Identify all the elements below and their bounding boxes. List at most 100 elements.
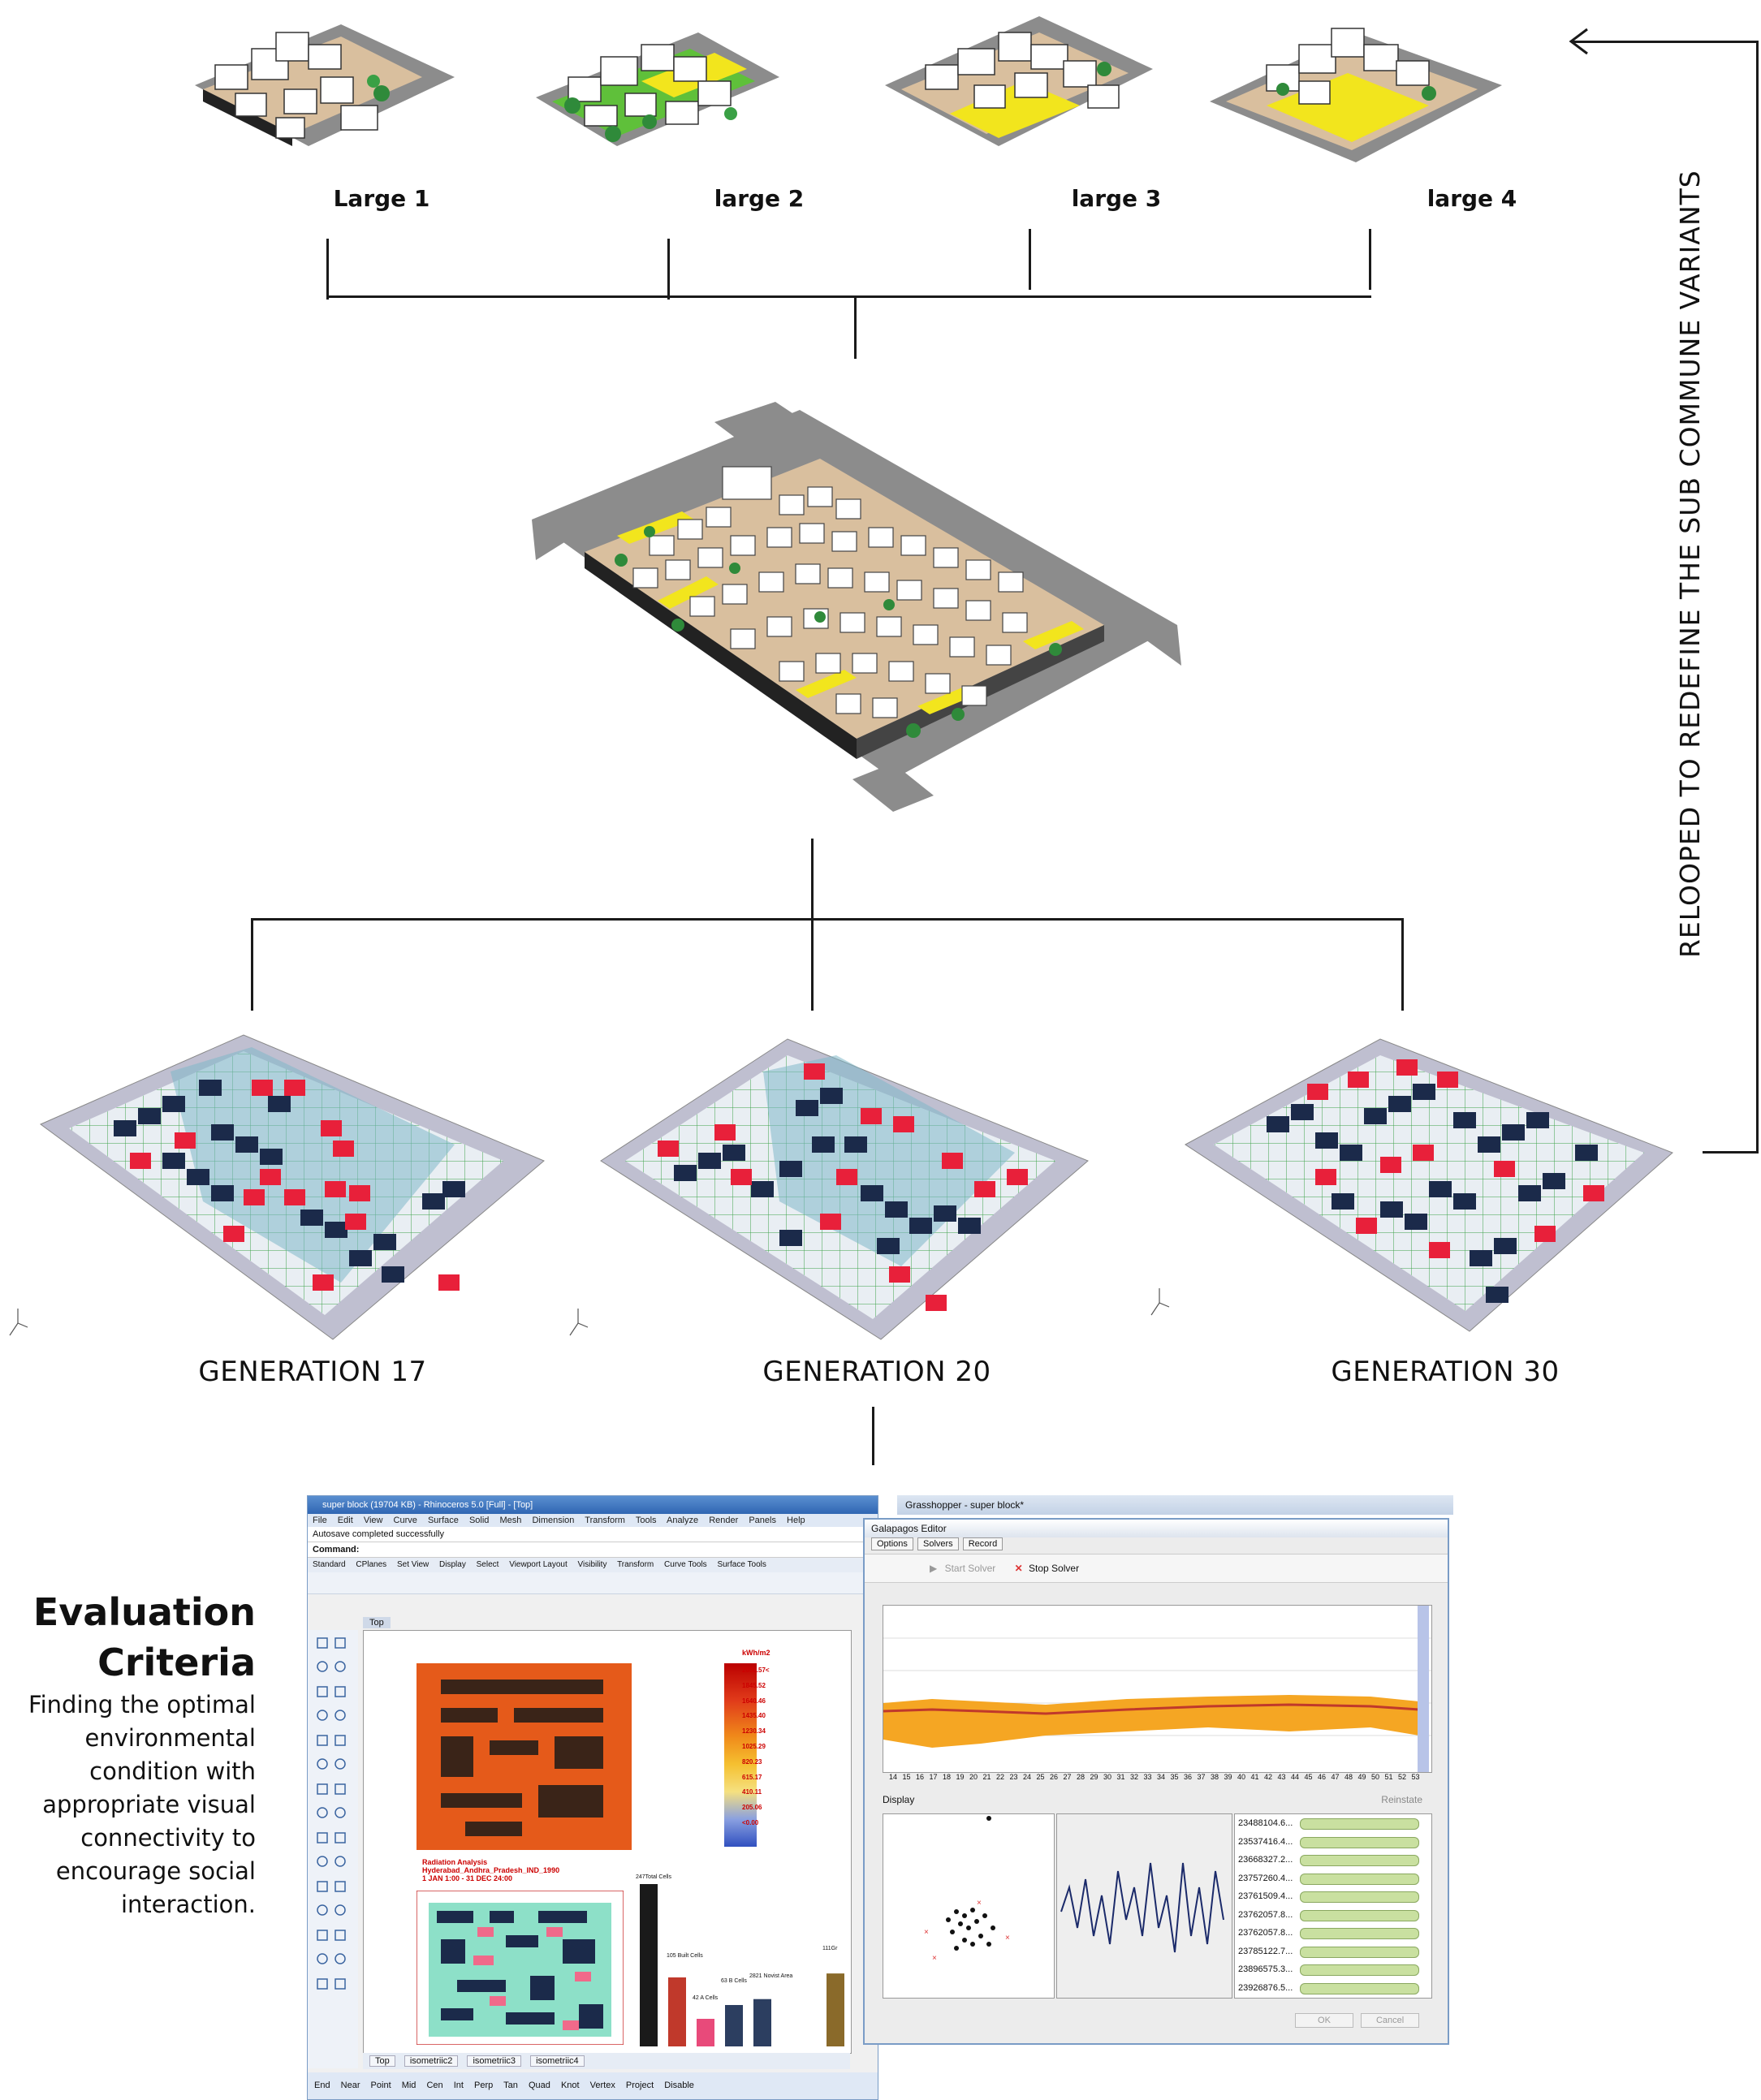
variant-label-4: large 4: [1426, 185, 1517, 212]
osnap-perp[interactable]: Perp: [474, 2081, 493, 2090]
tab-solvers[interactable]: Solvers: [917, 1537, 959, 1550]
visibility-grid: [417, 1891, 624, 2045]
toolbar-tab-display[interactable]: Display: [439, 1560, 466, 1569]
caption-line: 1 JAN 1:00 - 31 DEC 24:00: [422, 1874, 513, 1882]
fitness-row[interactable]: 23537416.4...: [1235, 1833, 1431, 1852]
rhino-toolbar-tabs: Standard CPlanes Set View Display Select…: [308, 1558, 878, 1572]
axis-tick: 21: [982, 1773, 991, 1781]
osnap-disable[interactable]: Disable: [664, 2081, 694, 2090]
osnap-vertex[interactable]: Vertex: [590, 2081, 615, 2090]
vp-tab-iso3[interactable]: isometriic3: [467, 2055, 522, 2067]
connector-v2: [667, 239, 670, 300]
connector-gen30: [1401, 918, 1404, 1011]
fitness-row[interactable]: 23668327.2...: [1235, 1851, 1431, 1869]
evaluation-title-line1: Evaluation: [32, 1590, 256, 1634]
axis-tick: 33: [1143, 1773, 1152, 1781]
menu-edit[interactable]: Edit: [338, 1516, 353, 1525]
axis-tick: 15: [902, 1773, 911, 1781]
axis-tick: 47: [1331, 1773, 1340, 1781]
menu-render[interactable]: Render: [709, 1516, 738, 1525]
menu-tools[interactable]: Tools: [636, 1516, 657, 1525]
galapagos-tabs: Options Solvers Record: [865, 1537, 1448, 1554]
rhino-status-line: Autosave completed successfully: [308, 1527, 878, 1542]
connector-top-h: [326, 295, 1371, 298]
rhino-viewport-tabs: Top isometriic2 isometriic3 isometriic4: [363, 2053, 850, 2069]
variant-label-1: Large 1: [333, 185, 430, 212]
fitness-row[interactable]: 23762057.8...: [1235, 1924, 1431, 1943]
toolbar-tab-transform[interactable]: Transform: [617, 1560, 654, 1569]
rhino-viewport[interactable]: kWh/m2 2050.57< 1845.52 1640.46 1435.40 …: [363, 1630, 852, 2054]
fitness-row[interactable]: 23926876.5...: [1235, 1979, 1431, 1998]
axis-gizmos: [9, 1288, 1170, 1336]
menu-file[interactable]: File: [313, 1516, 327, 1525]
tab-options[interactable]: Options: [871, 1537, 913, 1550]
toolbar-tab-surface-tools[interactable]: Surface Tools: [717, 1560, 766, 1569]
toolbar-tab-setview[interactable]: Set View: [397, 1560, 429, 1569]
toolbar-tab-select[interactable]: Select: [477, 1560, 499, 1569]
osnap-tan[interactable]: Tan: [503, 2081, 518, 2090]
rhino-command-line[interactable]: Command:: [308, 1542, 878, 1558]
menu-surface[interactable]: Surface: [428, 1516, 459, 1525]
axis-tick: 32: [1130, 1773, 1139, 1781]
toolbar-tab-visibility[interactable]: Visibility: [578, 1560, 607, 1569]
osnap-project[interactable]: Project: [626, 2081, 654, 2090]
menu-curve[interactable]: Curve: [394, 1516, 417, 1525]
fitness-row[interactable]: 23761509.4...: [1235, 1887, 1431, 1906]
fitness-row[interactable]: 23488104.6...: [1235, 1814, 1431, 1833]
connector-gen17: [251, 918, 253, 1011]
osnap-int[interactable]: Int: [454, 2081, 464, 2090]
menu-solid[interactable]: Solid: [469, 1516, 489, 1525]
axis-tick: 38: [1211, 1773, 1219, 1781]
osnap-quad[interactable]: Quad: [529, 2081, 550, 2090]
fitness-row[interactable]: 23785122.7...: [1235, 1943, 1431, 1961]
bar-label: 42 A Cells: [693, 1995, 719, 2001]
bar-labels: 247Total Cells 105 Built Cells 42 A Cell…: [636, 1874, 851, 2049]
osnap-knot[interactable]: Knot: [561, 2081, 580, 2090]
axis-tick: 29: [1090, 1773, 1098, 1781]
menu-transform[interactable]: Transform: [585, 1516, 625, 1525]
reinstate-button[interactable]: Reinstate: [1381, 1789, 1422, 1810]
osnap-near[interactable]: Near: [341, 2081, 360, 2090]
viewport-tab-top[interactable]: Top: [363, 1617, 391, 1628]
osnap-point[interactable]: Point: [371, 2081, 391, 2090]
axis-tick: 42: [1264, 1773, 1273, 1781]
generation-20-model: [600, 1038, 1089, 1340]
fitness-row[interactable]: 23762057.8...: [1235, 1906, 1431, 1925]
osnap-end[interactable]: End: [314, 2081, 330, 2090]
connector-gen20: [811, 918, 814, 1011]
start-solver-button[interactable]: Start Solver: [945, 1563, 996, 1574]
evaluation-description: Finding the optimal environmental condit…: [28, 1691, 256, 1918]
population-scatter: × × × ×: [883, 1813, 1055, 1999]
menu-dimension[interactable]: Dimension: [532, 1516, 574, 1525]
toolbar-tab-viewport-layout[interactable]: Viewport Layout: [509, 1560, 568, 1569]
toolbar-tab-cplanes[interactable]: CPlanes: [356, 1560, 386, 1569]
ok-button[interactable]: OK: [1295, 2013, 1353, 2028]
toolbar-tab-curve-tools[interactable]: Curve Tools: [664, 1560, 707, 1569]
osnap-cen[interactable]: Cen: [426, 2081, 442, 2090]
loop-arrow-icon: [1569, 28, 1588, 55]
caption-line: Radiation Analysis: [422, 1858, 488, 1866]
vp-tab-top[interactable]: Top: [369, 2055, 395, 2067]
axis-tick: 14: [889, 1773, 898, 1781]
tab-record[interactable]: Record: [962, 1537, 1004, 1550]
fitness-row[interactable]: 23896575.3...: [1235, 1960, 1431, 1979]
fitness-row[interactable]: 23757260.4...: [1235, 1869, 1431, 1888]
menu-panels[interactable]: Panels: [749, 1516, 776, 1525]
axis-tick: 20: [969, 1773, 978, 1781]
axis-tick: 22: [996, 1773, 1005, 1781]
connector-eval: [872, 1407, 874, 1465]
toolbar-tab-standard[interactable]: Standard: [313, 1560, 346, 1569]
axis-tick: 39: [1224, 1773, 1232, 1781]
menu-mesh[interactable]: Mesh: [499, 1516, 521, 1525]
stop-solver-button[interactable]: Stop Solver: [1029, 1563, 1079, 1574]
display-row: Display Reinstate: [883, 1789, 1431, 1810]
menu-help[interactable]: Help: [787, 1516, 805, 1525]
menu-analyze[interactable]: Analyze: [667, 1516, 698, 1525]
radiation-caption: Radiation Analysis Hyderabad_Andhra_Prad…: [422, 1858, 559, 1882]
menu-view[interactable]: View: [364, 1516, 383, 1525]
vp-tab-iso2[interactable]: isometriic2: [404, 2055, 459, 2067]
osnap-mid[interactable]: Mid: [402, 2081, 417, 2090]
cancel-button[interactable]: Cancel: [1361, 2013, 1420, 2028]
vp-tab-iso4[interactable]: isometriic4: [530, 2055, 585, 2067]
bar-label: 105 Built Cells: [667, 1953, 703, 1959]
